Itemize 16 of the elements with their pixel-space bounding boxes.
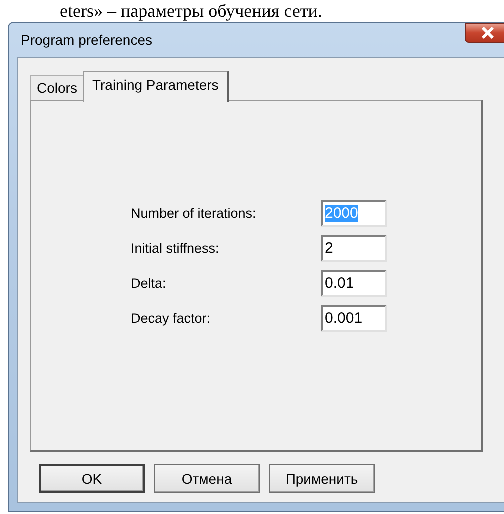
dialog-button[interactable]: OK bbox=[39, 464, 145, 493]
input-field[interactable]: 0.001 bbox=[321, 304, 387, 332]
close-icon bbox=[481, 27, 495, 39]
field-label: Delta: bbox=[131, 276, 168, 290]
tab[interactable]: Training Parameters bbox=[83, 71, 229, 102]
dialog-button[interactable]: Применить bbox=[269, 464, 375, 493]
close-button[interactable] bbox=[465, 23, 504, 43]
dialog-button[interactable]: Отмена bbox=[154, 464, 260, 493]
field-label: Decay factor: bbox=[131, 310, 212, 326]
field-label: Initial stiffness: bbox=[131, 240, 220, 256]
document-text: eters» – параметры обучения сети. bbox=[59, 0, 322, 22]
input-field[interactable]: 0.01 bbox=[321, 270, 387, 296]
window-title: Program preferences bbox=[20, 32, 153, 48]
field-label: Number of iterations: bbox=[131, 206, 258, 220]
input-field[interactable]: 2 bbox=[321, 234, 387, 262]
tab[interactable]: Colors bbox=[30, 75, 84, 100]
